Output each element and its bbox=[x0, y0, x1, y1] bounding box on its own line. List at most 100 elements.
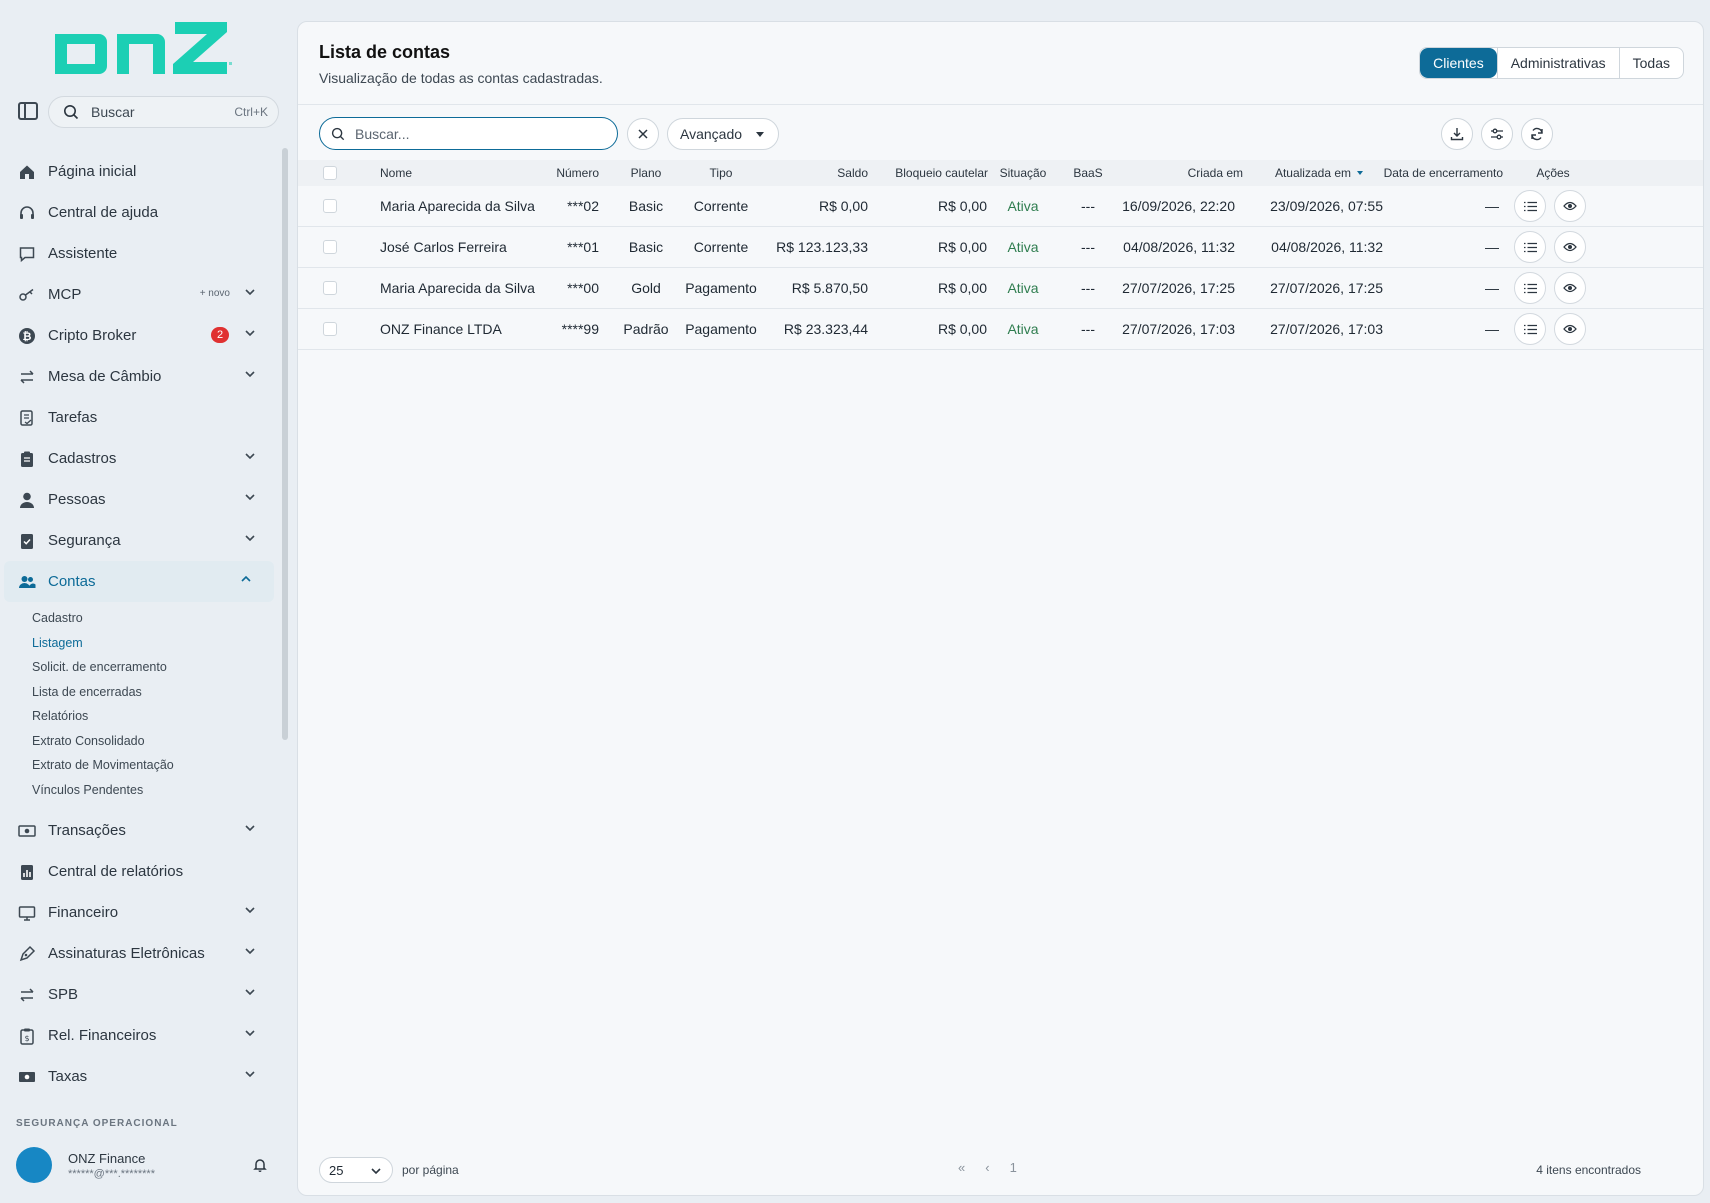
sidebar-item-mcp[interactable]: MCP + novo bbox=[0, 274, 278, 315]
search-input[interactable] bbox=[355, 125, 595, 142]
submenu-listagem[interactable]: Listagem bbox=[32, 631, 278, 656]
submenu-vinculos-pendentes[interactable]: Vínculos Pendentes bbox=[32, 778, 278, 803]
table-row[interactable]: Maria Aparecida da Silva ***02 Basic Cor… bbox=[298, 186, 1703, 227]
advanced-filter-button[interactable]: Avançado bbox=[667, 118, 779, 150]
key-icon bbox=[18, 286, 36, 304]
submenu-extrato-consolidado[interactable]: Extrato Consolidado bbox=[32, 729, 278, 754]
novo-tag: + novo bbox=[199, 288, 230, 299]
sidebar-toggle-icon[interactable] bbox=[18, 102, 38, 120]
list-icon bbox=[1523, 283, 1537, 293]
chevron-down-icon bbox=[371, 1168, 381, 1175]
view-button[interactable] bbox=[1554, 313, 1586, 345]
sidebar-item-pagina-inicial[interactable]: Página inicial bbox=[0, 151, 278, 192]
chevron-down-icon bbox=[245, 1071, 255, 1078]
sidebar-item-central-de-relatorios[interactable]: Central de relatórios bbox=[0, 851, 278, 892]
page-title: Lista de contas bbox=[319, 42, 451, 62]
cash-icon bbox=[18, 1068, 36, 1086]
pen-icon bbox=[18, 945, 36, 963]
download-button[interactable] bbox=[1441, 118, 1473, 150]
col-saldo[interactable]: Saldo bbox=[756, 160, 868, 186]
user-profile[interactable]: ONZ Finance ******@***.******** bbox=[16, 1147, 278, 1183]
sidebar-item-taxas[interactable]: Taxas bbox=[0, 1056, 278, 1097]
sidebar-scrollbar[interactable] bbox=[282, 148, 288, 740]
row-checkbox[interactable] bbox=[323, 322, 337, 336]
view-button[interactable] bbox=[1554, 272, 1586, 304]
col-tipo[interactable]: Tipo bbox=[686, 160, 756, 186]
col-criada[interactable]: Criada em bbox=[1118, 160, 1243, 186]
sidebar-item-contas[interactable]: Contas bbox=[4, 561, 274, 602]
sidebar-item-pessoas[interactable]: Pessoas bbox=[0, 479, 278, 520]
submenu-lista-encerradas[interactable]: Lista de encerradas bbox=[32, 680, 278, 705]
tab-administrativas[interactable]: Administrativas bbox=[1496, 48, 1619, 78]
bell-icon[interactable] bbox=[252, 1157, 268, 1173]
table-row[interactable]: Maria Aparecida da Silva ***00 Gold Paga… bbox=[298, 268, 1703, 309]
sidebar-item-financeiro[interactable]: Financeiro bbox=[0, 892, 278, 933]
per-page-label: por página bbox=[402, 1163, 459, 1177]
sidebar: Buscar Ctrl+K Página inicial Central de … bbox=[0, 0, 290, 1203]
submenu-relatorios[interactable]: Relatórios bbox=[32, 704, 278, 729]
sidebar-item-rel-financeiros[interactable]: $ Rel. Financeiros bbox=[0, 1015, 278, 1056]
table-row[interactable]: José Carlos Ferreira ***01 Basic Corrent… bbox=[298, 227, 1703, 268]
sidebar-item-tarefas[interactable]: Tarefas bbox=[0, 397, 278, 438]
submenu-solicit-encerramento[interactable]: Solicit. de encerramento bbox=[32, 655, 278, 680]
view-button[interactable] bbox=[1554, 190, 1586, 222]
column-settings-button[interactable] bbox=[1481, 118, 1513, 150]
home-icon bbox=[18, 163, 36, 181]
avatar[interactable] bbox=[16, 1147, 52, 1183]
page-number[interactable]: 1 bbox=[1010, 1160, 1017, 1175]
col-encerramento[interactable]: Data de encerramento bbox=[1363, 160, 1503, 186]
chevron-down-icon bbox=[245, 948, 255, 955]
sliders-icon bbox=[1491, 128, 1503, 140]
table-row[interactable]: ONZ Finance LTDA ****99 Padrão Pagamento… bbox=[298, 309, 1703, 350]
col-bloqueio[interactable]: Bloqueio cautelar bbox=[868, 160, 988, 186]
cell-criada: 16/09/2026, 22:20 bbox=[1122, 198, 1235, 214]
details-button[interactable] bbox=[1514, 313, 1546, 345]
select-all-checkbox[interactable] bbox=[323, 166, 337, 180]
main-panel: Lista de contas Visualização de todas as… bbox=[297, 21, 1704, 1196]
col-nome[interactable]: Nome bbox=[380, 160, 412, 186]
row-checkbox[interactable] bbox=[323, 199, 337, 213]
sidebar-item-mesa-de-cambio[interactable]: Mesa de Câmbio bbox=[0, 356, 278, 397]
submenu-cadastro[interactable]: Cadastro bbox=[32, 606, 278, 631]
cell-encerramento: — bbox=[1485, 280, 1499, 296]
tab-clientes[interactable]: Clientes bbox=[1420, 48, 1497, 78]
details-button[interactable] bbox=[1514, 231, 1546, 263]
first-page-icon[interactable]: « bbox=[958, 1160, 965, 1175]
view-button[interactable] bbox=[1554, 231, 1586, 263]
sidebar-search[interactable]: Buscar Ctrl+K bbox=[48, 96, 279, 128]
users-icon bbox=[18, 573, 36, 591]
col-acoes: Ações bbox=[1536, 166, 1570, 180]
sidebar-section-label: SEGURANÇA OPERACIONAL bbox=[16, 1118, 178, 1128]
col-baas[interactable]: BaaS bbox=[1058, 160, 1118, 186]
details-button[interactable] bbox=[1514, 190, 1546, 222]
per-page-value: 25 bbox=[329, 1162, 344, 1178]
sidebar-item-central-de-ajuda[interactable]: Central de ajuda bbox=[0, 192, 278, 233]
sidebar-item-assinaturas[interactable]: Assinaturas Eletrônicas bbox=[0, 933, 278, 974]
submenu-extrato-movimentacao[interactable]: Extrato de Movimentação bbox=[32, 753, 278, 778]
sidebar-item-seguranca[interactable]: Segurança bbox=[0, 520, 278, 561]
clear-search-button[interactable] bbox=[627, 118, 659, 150]
details-button[interactable] bbox=[1514, 272, 1546, 304]
sidebar-item-spb[interactable]: SPB bbox=[0, 974, 278, 1015]
per-page-select[interactable]: 25 bbox=[319, 1157, 393, 1183]
col-numero[interactable]: Número bbox=[518, 160, 599, 186]
table-search[interactable] bbox=[319, 117, 618, 150]
tab-todas[interactable]: Todas bbox=[1618, 48, 1683, 78]
sidebar-item-transacoes[interactable]: Transações bbox=[0, 810, 278, 851]
col-situacao[interactable]: Situação bbox=[988, 160, 1058, 186]
col-plano[interactable]: Plano bbox=[606, 160, 686, 186]
sidebar-item-cadastros[interactable]: Cadastros bbox=[0, 438, 278, 479]
refresh-button[interactable] bbox=[1521, 118, 1553, 150]
row-checkbox[interactable] bbox=[323, 240, 337, 254]
cell-numero: ***00 bbox=[567, 280, 599, 296]
col-atualizada-wrap[interactable]: Atualizada em bbox=[1243, 160, 1363, 186]
account-type-tabs: Clientes Administrativas Todas bbox=[1419, 47, 1684, 79]
prev-page-icon[interactable]: ‹ bbox=[985, 1160, 989, 1175]
row-checkbox-cell bbox=[323, 268, 337, 308]
row-checkbox[interactable] bbox=[323, 281, 337, 295]
sidebar-item-assistente[interactable]: Assistente bbox=[0, 233, 278, 274]
advanced-label: Avançado bbox=[680, 126, 743, 142]
onz-logo[interactable] bbox=[55, 22, 235, 74]
refresh-icon bbox=[1531, 127, 1543, 141]
sidebar-item-cripto-broker[interactable]: ₿ Cripto Broker 2 bbox=[0, 315, 278, 356]
